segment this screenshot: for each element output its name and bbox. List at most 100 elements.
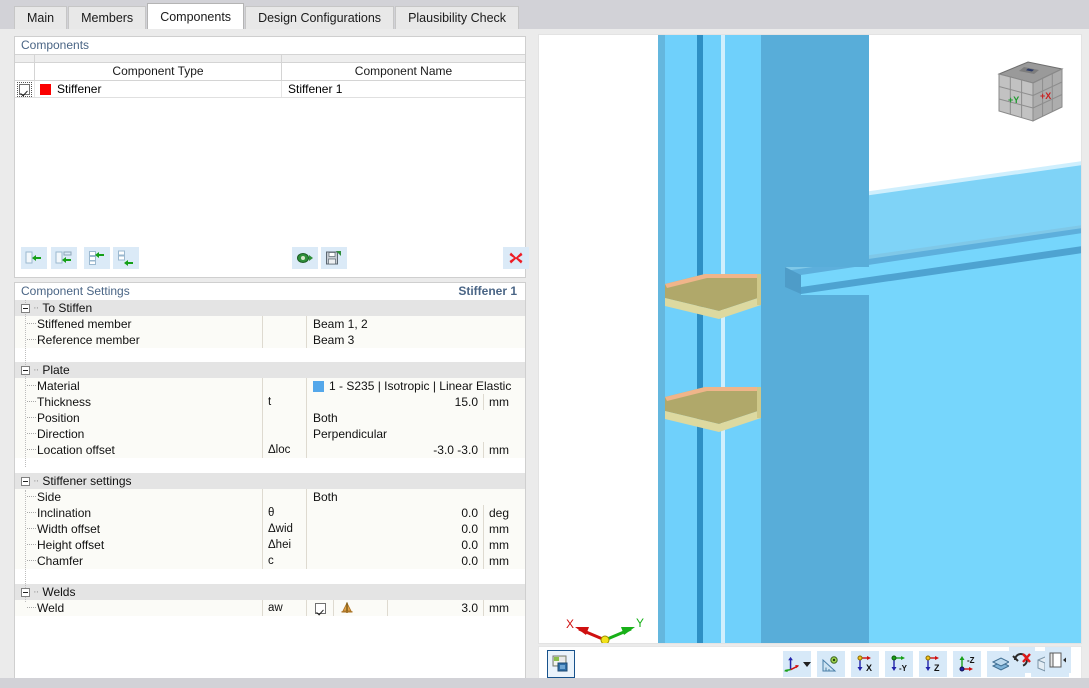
collapse-icon[interactable]	[21, 303, 30, 313]
row-component-name-cell[interactable]: Stiffener 1	[282, 81, 525, 97]
view-y-button[interactable]: -Y	[885, 651, 913, 677]
3d-model-scene: X Y Z	[539, 35, 1081, 643]
render-mode-button[interactable]	[547, 650, 575, 678]
component-settings-subject: Stiffener 1	[458, 284, 517, 298]
row-checkbox[interactable]	[17, 81, 32, 97]
window-footer	[0, 678, 1089, 688]
import-icon	[297, 253, 313, 263]
tree-tick	[27, 385, 36, 386]
setting-label: Height offset	[15, 537, 263, 553]
setting-row-side[interactable]: Side Both	[15, 489, 525, 505]
section-label: Plate	[42, 363, 70, 377]
save-component-button[interactable]	[321, 247, 347, 269]
section-header-plate[interactable]: ·· Plate	[15, 362, 525, 378]
axes-icon	[783, 656, 800, 673]
setting-value[interactable]: 15.0	[307, 394, 483, 410]
setting-label-text: Stiffened member	[37, 317, 132, 331]
setting-row-width-offset[interactable]: Width offset Δwid 0.0 mm	[15, 521, 525, 537]
tab-members[interactable]: Members	[68, 6, 147, 29]
setting-value[interactable]: Both	[307, 410, 525, 426]
column-header-component-type[interactable]: Component Type	[35, 63, 282, 80]
close-x-icon	[509, 252, 523, 264]
setting-row-reference-member[interactable]: Reference member Beam 3	[15, 332, 525, 348]
svg-text:-Y: -Y	[899, 664, 908, 673]
section-spacer	[15, 458, 525, 473]
component-settings-group: Component Settings Stiffener 1 ·· To Sti…	[14, 282, 526, 680]
svg-text:Z: Z	[934, 663, 940, 673]
setting-value[interactable]: 3.0	[388, 600, 483, 616]
setting-value-material[interactable]: 1 - S235 | Isotropic | Linear Elastic	[307, 378, 525, 394]
setting-label-text: Reference member	[37, 333, 140, 347]
setting-row-inclination[interactable]: Inclination θ 0.0 deg	[15, 505, 525, 521]
new-component-button[interactable]	[21, 247, 47, 269]
setting-row-chamfer[interactable]: Chamfer c 0.0 mm	[15, 553, 525, 569]
copy-component-button[interactable]	[84, 247, 110, 269]
duplicate-component-button[interactable]	[113, 247, 139, 269]
import-component-button[interactable]	[292, 247, 318, 269]
nav-cube-label-plus-y: +Y	[1008, 95, 1019, 105]
panel-toggle-button[interactable]	[1045, 647, 1071, 673]
table-row[interactable]: Stiffener Stiffener 1	[15, 81, 525, 98]
tree-tick	[27, 560, 36, 561]
view-x-button[interactable]: X	[851, 651, 879, 677]
setting-row-weld[interactable]: Weld aw 3.0 mm	[15, 600, 525, 616]
setting-row-position[interactable]: Position Both	[15, 410, 525, 426]
setting-row-direction[interactable]: Direction Perpendicular	[15, 426, 525, 442]
setting-label: Direction	[15, 426, 263, 442]
setting-symbol	[263, 426, 307, 442]
tree-tick	[27, 401, 36, 402]
section-header-to-stiffen[interactable]: ·· To Stiffen	[15, 300, 525, 316]
setting-row-material[interactable]: Material 1 - S235 | Isotropic | Linear E…	[15, 378, 525, 394]
view-z-button[interactable]: Z	[919, 651, 947, 677]
setting-symbol: Δloc	[263, 442, 307, 458]
tab-main[interactable]: Main	[14, 6, 68, 29]
setting-value[interactable]: Perpendicular	[307, 426, 525, 442]
view-negz-button[interactable]: -Z	[953, 651, 981, 677]
filter-cell-check	[15, 55, 35, 62]
coordinate-system-button[interactable]	[783, 651, 811, 677]
setting-value[interactable]: -3.0 -3.0	[307, 442, 483, 458]
components-table-header: Component Type Component Name	[15, 63, 525, 81]
setting-row-height-offset[interactable]: Height offset Δhei 0.0 mm	[15, 537, 525, 553]
tab-plausibility-check[interactable]: Plausibility Check	[395, 6, 520, 29]
setting-value[interactable]: 0.0	[307, 553, 483, 569]
delete-component-button[interactable]	[503, 247, 529, 269]
setting-value[interactable]: Both	[307, 489, 525, 505]
setting-symbol	[263, 316, 307, 332]
row-component-type-cell[interactable]: Stiffener	[35, 81, 282, 97]
right-panel: X Y Z	[530, 29, 1089, 688]
setting-value[interactable]: 0.0	[307, 537, 483, 553]
chevron-down-icon[interactable]	[803, 661, 811, 667]
column-header-component-name[interactable]: Component Name	[282, 63, 525, 80]
save-icon	[326, 251, 341, 265]
setting-symbol: Δwid	[263, 521, 307, 537]
setting-symbol: Δhei	[263, 537, 307, 553]
setting-row-stiffened-member[interactable]: Stiffened member Beam 1, 2	[15, 316, 525, 332]
nav-cube-label-plus-x: +X	[1040, 91, 1051, 101]
clear-selection-button[interactable]	[1009, 647, 1035, 673]
insert-component-button[interactable]	[51, 247, 77, 269]
setting-value[interactable]: Beam 1, 2	[307, 316, 525, 332]
row-checkbox-cell[interactable]	[15, 81, 35, 97]
3d-viewport[interactable]: X Y Z	[538, 34, 1082, 644]
component-settings-tree: ·· To Stiffen Stiffened member Beam 1, 2…	[15, 300, 525, 679]
setting-value[interactable]: 0.0	[307, 521, 483, 537]
section-header-stiffener-settings[interactable]: ·· Stiffener settings	[15, 473, 525, 489]
tree-tick	[27, 528, 36, 529]
weld-checkbox-cell[interactable]	[307, 600, 334, 616]
setting-value[interactable]: Beam 3	[307, 332, 525, 348]
collapse-icon[interactable]	[21, 476, 30, 486]
setting-row-location-offset[interactable]: Location offset Δloc -3.0 -3.0 mm	[15, 442, 525, 458]
collapse-icon[interactable]	[21, 587, 30, 597]
setting-row-thickness[interactable]: Thickness t 15.0 mm	[15, 394, 525, 410]
section-header-welds[interactable]: ·· Welds	[15, 584, 525, 600]
collapse-icon[interactable]	[21, 365, 30, 375]
setting-value[interactable]: 0.0	[307, 505, 483, 521]
measure-button[interactable]	[817, 651, 845, 677]
weld-type-cell[interactable]	[334, 600, 388, 616]
weld-checkbox[interactable]	[314, 602, 326, 614]
tab-components[interactable]: Components	[147, 3, 245, 29]
setting-symbol: t	[263, 394, 307, 410]
tab-design-configurations[interactable]: Design Configurations	[245, 6, 395, 29]
setting-unit: mm	[483, 600, 525, 616]
